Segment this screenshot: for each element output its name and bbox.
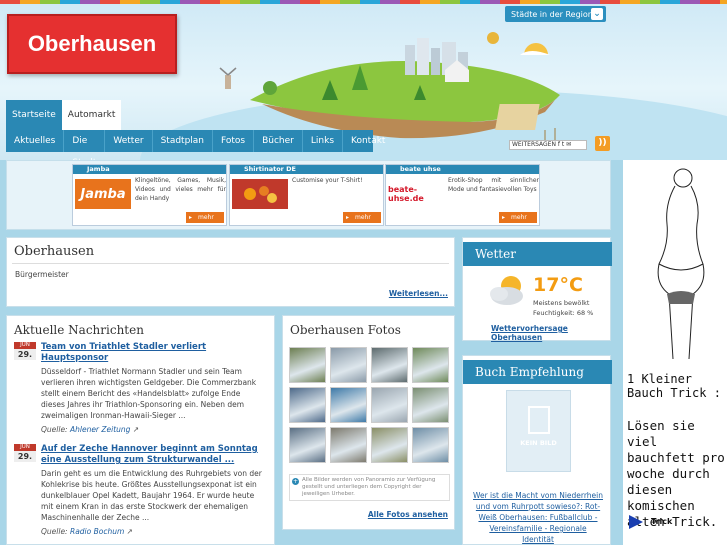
nav-links[interactable]: Links <box>303 130 344 152</box>
ad-title: Shirtinator DE <box>230 165 383 174</box>
rss-icon[interactable]: )) <box>595 136 610 151</box>
photo-thumbnail[interactable] <box>412 347 449 383</box>
side-ad-cta[interactable]: Trick <box>628 515 672 529</box>
share-label: WEITERSAGEN <box>512 141 556 148</box>
nav-die-stadt[interactable]: Die Stadt <box>64 130 106 168</box>
photo-thumbnail[interactable] <box>371 387 408 423</box>
ad-text: Erotik-Shop mit sinnlicher Mode und fant… <box>448 177 539 193</box>
news-source: Quelle: Ahlener Zeitung ↗ <box>41 425 140 434</box>
ad-strip: Jamba Jamba Klingeltöne, Games, Musik, V… <box>6 160 611 230</box>
intro-subtitle: Bürgermeister <box>15 270 69 279</box>
ad-beate-uhse[interactable]: beate uhse beate-uhse.de Erotik-Shop mit… <box>385 164 540 226</box>
ad-title: Jamba <box>73 165 226 174</box>
weather-forecast-link[interactable]: Wettervorhersage Oberhausen <box>491 324 610 342</box>
weather-title: Wetter <box>463 242 612 266</box>
top-tabs: Startseite Automarkt <box>6 100 122 130</box>
tab-automarkt[interactable]: Automarkt <box>61 100 122 130</box>
tab-startseite[interactable]: Startseite <box>6 100 62 130</box>
photo-thumbnail[interactable] <box>330 347 367 383</box>
intro-box: Oberhausen Bürgermeister Weiterlesen... <box>6 237 455 307</box>
side-ad-headline: 1 Kleiner Bauch Trick : <box>627 372 721 400</box>
ad-logo <box>232 179 288 209</box>
news-headline-link[interactable]: Auf der Zeche Hannover beginnt am Sonnta… <box>41 444 274 466</box>
ad-title: beate uhse <box>386 165 539 174</box>
news-item: JUN 29. Auf der Zeche Hannover beginnt a… <box>14 444 274 536</box>
share-bar[interactable]: WEITERSAGEN f t ✉ <box>509 140 587 150</box>
source-label: Quelle: <box>41 527 68 536</box>
photo-thumbnail[interactable] <box>289 427 326 463</box>
photos-title: Oberhausen Fotos <box>290 323 401 337</box>
ad-jamba[interactable]: Jamba Jamba Klingeltöne, Games, Musik, V… <box>72 164 227 226</box>
news-source: Quelle: Radio Bochum ↗ <box>41 527 133 536</box>
read-more-link[interactable]: Weiterlesen... <box>389 289 448 298</box>
photo-thumbnail[interactable] <box>371 427 408 463</box>
book-placeholder-icon <box>528 406 550 434</box>
news-teaser: Düsseldorf - Triathlet Normann Stadler u… <box>41 367 257 420</box>
all-photos-link[interactable]: Alle Fotos ansehen <box>368 510 448 519</box>
ad-more-button[interactable]: mehr <box>499 212 537 223</box>
region-dropdown[interactable]: Städte in der Region ⌄ <box>505 6 606 22</box>
book-box: Buch Empfehlung KEIN BILD Wer ist die Ma… <box>462 355 612 545</box>
nav-wetter[interactable]: Wetter <box>105 130 153 152</box>
nav-kontakt[interactable]: Kontakt <box>343 130 393 152</box>
photo-thumbnail[interactable] <box>330 427 367 463</box>
date-badge: JUN 29. <box>14 444 36 462</box>
news-headline-link[interactable]: Team von Triathlet Stadler verliert Haup… <box>41 342 274 364</box>
nav-stadtplan[interactable]: Stadtplan <box>153 130 214 152</box>
ad-more-button[interactable]: mehr <box>343 212 381 223</box>
nav-fotos[interactable]: Fotos <box>213 130 255 152</box>
weather-condition: Meistens bewölkt <box>533 299 590 307</box>
nav-buecher[interactable]: Bücher <box>254 130 303 152</box>
weather-humidity: Feuchtigkeit: 68 % <box>533 309 594 317</box>
news-title: Aktuelle Nachrichten <box>14 323 144 337</box>
photos-box: Oberhausen Fotos Alle Bilder werden von … <box>282 315 455 530</box>
ad-text: Klingeltöne, Games, Musik, Videos und vi… <box>135 177 226 202</box>
side-ad-text: Lösen sie viel bauchfett pro woche durch… <box>627 418 725 529</box>
figure-illustration <box>657 168 705 360</box>
intro-title: Oberhausen <box>12 238 449 264</box>
weather-details: Meistens bewölkt Feuchtigkeit: 68 % <box>533 298 593 318</box>
photo-thumbnail[interactable] <box>371 347 408 383</box>
chevron-down-icon: ⌄ <box>591 8 603 20</box>
nav-aktuelles[interactable]: Aktuelles <box>6 130 65 152</box>
site-logo[interactable]: Oberhausen <box>7 14 177 74</box>
main-nav: Aktuelles Die Stadt Wetter Stadtplan Fot… <box>6 130 385 168</box>
book-link[interactable]: Wer ist die Macht vom Niederrhein und vo… <box>473 490 603 545</box>
book-title: Buch Empfehlung <box>463 360 612 384</box>
ad-logo: beate-uhse.de <box>388 185 424 203</box>
news-box: Aktuelle Nachrichten JUN 29. Team von Tr… <box>6 315 275 545</box>
news-teaser: Darin geht es um die Entwicklung des Ruh… <box>41 469 262 522</box>
date-month: JUN <box>14 342 36 349</box>
ad-shirtinator[interactable]: Shirtinator DE Customise your T-Shirt! m… <box>229 164 384 226</box>
date-day: 29. <box>14 349 36 360</box>
region-dropdown-label: Städte in der Region <box>511 9 593 19</box>
book-cover[interactable]: KEIN BILD <box>506 390 571 472</box>
photo-thumbnail[interactable] <box>289 347 326 383</box>
photo-credit-note: Alle Bilder werden von Panoramio zur Ver… <box>289 474 450 501</box>
ad-more-button[interactable]: mehr <box>186 212 224 223</box>
photo-thumbnail[interactable] <box>289 387 326 423</box>
date-month: JUN <box>14 444 36 451</box>
ad-logo: Jamba <box>75 179 131 209</box>
cloudy-sun-icon <box>490 276 523 305</box>
photo-thumbnail[interactable] <box>412 427 449 463</box>
date-badge: JUN 29. <box>14 342 36 360</box>
source-label: Quelle: <box>41 425 68 434</box>
ad-text: Customise your T-Shirt! <box>292 177 363 184</box>
cover-placeholder-text: KEIN BILD <box>520 439 557 447</box>
photo-thumbnail[interactable] <box>412 387 449 423</box>
weather-box: Wetter 17°C Meistens bewölkt Feuchtigkei… <box>462 237 612 342</box>
photo-thumbnail[interactable] <box>330 387 367 423</box>
temperature: 17°C <box>533 274 583 296</box>
photo-grid <box>289 347 451 463</box>
news-item: JUN 29. Team von Triathlet Stadler verli… <box>14 342 274 434</box>
side-ad[interactable]: 1 Kleiner Bauch Trick : Lösen sie viel b… <box>623 160 727 545</box>
date-day: 29. <box>14 451 36 462</box>
source-link[interactable]: Radio Bochum <box>70 527 124 536</box>
source-link[interactable]: Ahlener Zeitung <box>70 425 130 434</box>
